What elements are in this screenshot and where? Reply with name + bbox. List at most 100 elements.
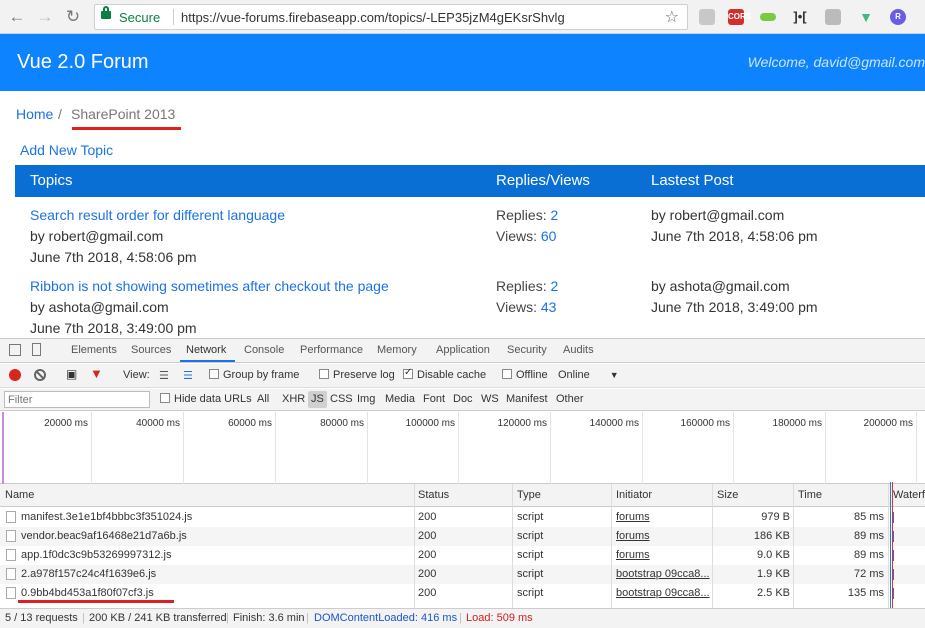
filter-type-font[interactable]: Font (423, 393, 445, 405)
hide-data-urls-checkbox[interactable] (160, 393, 170, 403)
extension-page-icon[interactable] (699, 9, 715, 25)
tab-audits[interactable]: Audits (563, 344, 594, 356)
preserve-log-checkbox[interactable] (319, 369, 329, 379)
shield-extension-icon[interactable] (825, 9, 841, 25)
timeline-tick-label: 200000 ms (863, 418, 913, 429)
tab-performance[interactable]: Performance (300, 344, 363, 356)
forward-arrow-icon[interactable]: → (34, 6, 56, 28)
hide-data-urls-label: Hide data URLs (174, 393, 252, 405)
tab-sources[interactable]: Sources (131, 344, 171, 356)
request-row[interactable]: 2.a978f157c24c4f1639e6.js 200 script boo… (0, 565, 925, 584)
tab-security[interactable]: Security (507, 344, 547, 356)
network-status-bar: 5 / 13 requests | 200 KB / 241 KB transf… (0, 608, 925, 628)
r-extension-icon[interactable]: R (890, 9, 906, 25)
request-row[interactable]: app.1f0dc3c9b53269997312.js 200 script f… (0, 546, 925, 565)
latest-post-author: by ashota@gmail.com (651, 278, 790, 294)
filter-type-other[interactable]: Other (556, 393, 584, 405)
request-row[interactable]: vendor.beac9af16468e21d7a6b.js 200 scrip… (0, 527, 925, 546)
tab-memory[interactable]: Memory (377, 344, 417, 356)
reload-icon[interactable]: ↻ (62, 6, 84, 28)
app-brand[interactable]: Vue 2.0 Forum (17, 51, 149, 74)
request-initiator-link[interactable]: forums (616, 530, 650, 542)
offline-checkbox[interactable] (502, 369, 512, 379)
filter-type-xhr[interactable]: XHR (282, 393, 305, 405)
request-time: 135 ms (847, 587, 884, 599)
camera-icon[interactable]: ▣ (66, 367, 77, 381)
red-annotation-underline (18, 600, 174, 603)
timeline-gridline (825, 412, 826, 484)
timeline-gridline (550, 412, 551, 484)
group-by-frame-toggle[interactable]: Group by frame (209, 369, 299, 381)
secure-label: Secure (119, 10, 161, 25)
tab-elements[interactable]: Elements (71, 344, 117, 356)
cors-extension-icon[interactable]: CORS (728, 9, 751, 25)
device-toolbar-icon[interactable] (32, 343, 41, 356)
record-icon[interactable] (9, 369, 21, 381)
breadcrumb-home-link[interactable]: Home (16, 106, 53, 122)
tab-application[interactable]: Application (436, 344, 490, 356)
inspect-element-icon[interactable] (9, 344, 21, 356)
column-divider[interactable] (512, 484, 513, 610)
col-status[interactable]: Status (418, 489, 449, 501)
request-initiator-link[interactable]: forums (616, 511, 650, 523)
filter-type-css[interactable]: CSS (330, 393, 353, 405)
col-type[interactable]: Type (517, 489, 541, 501)
col-waterfall[interactable]: Waterfall (893, 489, 925, 501)
hide-data-urls-toggle[interactable]: Hide data URLs (160, 393, 252, 405)
disable-cache-toggle[interactable]: Disable cache (403, 367, 486, 381)
timeline-tick-label: 40000 ms (136, 418, 180, 429)
toggle-extension-icon[interactable] (760, 9, 776, 25)
request-type: script (517, 587, 544, 599)
clear-icon[interactable] (34, 369, 46, 381)
views-count: 60 (540, 228, 557, 244)
url-text[interactable]: https://vue-forums.firebaseapp.com/topic… (181, 10, 565, 25)
col-time[interactable]: Time (798, 489, 822, 501)
dom-content-loaded-line (890, 482, 891, 608)
filter-type-all[interactable]: All (257, 393, 269, 405)
large-rows-icon[interactable]: ☰ (159, 369, 169, 382)
request-row[interactable]: manifest.3e1e1bf4bbbc3f351024.js 200 scr… (0, 508, 925, 527)
bracket-extension-icon[interactable]: ]•[ (792, 9, 808, 25)
filter-type-img[interactable]: Img (357, 393, 375, 405)
topic-title-link[interactable]: Search result order for different langua… (30, 205, 285, 226)
filter-type-ws[interactable]: WS (481, 393, 499, 405)
col-initiator[interactable]: Initiator (616, 489, 652, 501)
back-arrow-icon[interactable]: ← (6, 6, 28, 28)
filter-type-js[interactable]: JS (308, 391, 327, 408)
col-size[interactable]: Size (717, 489, 738, 501)
bookmark-star-icon[interactable]: ☆ (665, 7, 679, 27)
request-status: 200 (418, 549, 437, 561)
column-divider[interactable] (793, 484, 794, 610)
column-divider[interactable] (414, 484, 415, 610)
col-name[interactable]: Name (5, 489, 34, 501)
tab-console[interactable]: Console (244, 344, 284, 356)
add-new-topic-link[interactable]: Add New Topic (20, 142, 113, 158)
filter-icon[interactable]: ▼ (90, 366, 103, 381)
filter-type-media[interactable]: Media (385, 393, 415, 405)
request-time: 85 ms (854, 511, 884, 523)
address-bar[interactable]: Secure https://vue-forums.firebaseapp.co… (94, 4, 688, 30)
request-initiator-link[interactable]: forums (616, 549, 650, 561)
throttle-select[interactable]: Online ▼ (558, 369, 619, 381)
group-by-frame-checkbox[interactable] (209, 369, 219, 379)
vue-devtools-icon[interactable]: ▼ (858, 9, 874, 25)
topic-stats: Replies: 2 Views: 43 (496, 276, 558, 318)
timeline-tick-label: 180000 ms (772, 418, 822, 429)
column-divider[interactable] (611, 484, 612, 610)
disable-cache-checkbox[interactable] (403, 367, 413, 379)
preserve-log-toggle[interactable]: Preserve log (319, 369, 395, 381)
timeline-overview[interactable]: 20000 ms 40000 ms 60000 ms 80000 ms 1000… (0, 412, 925, 484)
topic-title-link[interactable]: Ribbon is not showing sometimes after ch… (30, 276, 389, 297)
request-initiator-link[interactable]: bootstrap 09cca8... (616, 587, 710, 599)
filter-type-manifest[interactable]: Manifest (506, 393, 548, 405)
tab-network[interactable]: Network (186, 344, 226, 356)
filter-type-doc[interactable]: Doc (453, 393, 473, 405)
timeline-tick-label: 80000 ms (320, 418, 364, 429)
waterfall-view-icon[interactable]: ☰ (183, 369, 193, 382)
request-initiator-link[interactable]: bootstrap 09cca8... (616, 568, 710, 580)
timeline-gridline (91, 412, 92, 484)
offline-toggle[interactable]: Offline (502, 369, 548, 381)
filter-input[interactable] (4, 391, 150, 408)
column-divider[interactable] (888, 484, 889, 610)
column-divider[interactable] (712, 484, 713, 610)
